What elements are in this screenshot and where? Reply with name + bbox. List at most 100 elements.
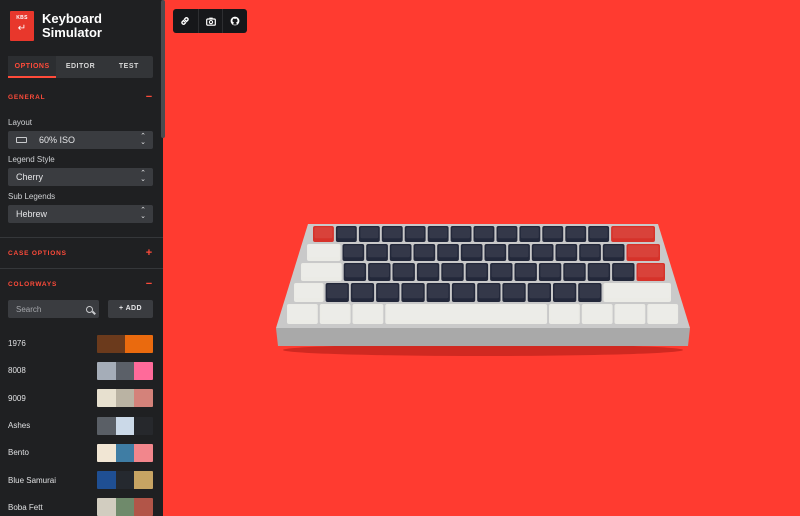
keycap-top	[503, 284, 525, 299]
colorway-search-input[interactable]: Search	[8, 300, 99, 318]
swatch-color	[97, 389, 116, 408]
search-icon	[86, 305, 93, 313]
brand-header[interactable]: KBS ↵ Keyboard Simulator	[0, 0, 163, 52]
legend-style-value: Cherry	[16, 172, 44, 182]
keycap-top	[491, 264, 511, 278]
keycap-top	[648, 305, 677, 321]
swatch-color	[134, 443, 153, 462]
swatch-color	[134, 498, 153, 516]
keycap-top	[354, 305, 382, 321]
tab-options[interactable]: OPTIONS	[8, 56, 57, 78]
search-placeholder: Search	[16, 304, 42, 314]
swatch-color	[97, 498, 116, 516]
keycap-top	[377, 284, 398, 299]
colorway-swatch	[97, 416, 153, 435]
arrow-left-icon: ↵	[17, 23, 27, 34]
tab-editor[interactable]: EDITOR	[56, 56, 104, 78]
colorways-header[interactable]: COLORWAYS −	[0, 269, 163, 299]
keycap-top	[429, 227, 448, 239]
keycap-top	[529, 284, 550, 299]
link-button[interactable]	[173, 9, 198, 33]
keycap-top	[509, 245, 529, 258]
keycap-top	[406, 227, 425, 239]
swatch-color	[115, 361, 135, 380]
chevron-updown-icon: ⌃ ⌄	[140, 207, 146, 220]
keycap-top	[314, 227, 333, 239]
keycap-top	[475, 227, 493, 239]
keycap-top	[516, 264, 536, 278]
keycap-top	[462, 245, 481, 258]
keyboard-icon	[16, 137, 27, 143]
keycap-top	[369, 264, 389, 278]
colorway-item[interactable]: Blue Samurai	[0, 466, 163, 493]
swatch-color	[115, 389, 135, 408]
collapse-icon[interactable]: −	[146, 278, 153, 290]
top-toolbar	[173, 9, 248, 33]
main-tabs: OPTIONS EDITOR TEST	[8, 56, 153, 78]
keycap-top	[327, 284, 348, 299]
screenshot-button[interactable]	[197, 9, 223, 33]
keycap-top	[383, 227, 402, 239]
keyboard-viewport[interactable]	[268, 218, 698, 358]
colorway-swatch	[97, 389, 153, 408]
colorway-item[interactable]: Boba Fett	[0, 494, 163, 516]
tab-test[interactable]: TEST	[105, 56, 153, 78]
sidebar-scrollbar[interactable]	[161, 0, 165, 138]
keycap-top	[498, 227, 516, 239]
colorway-item[interactable]: 1976	[0, 330, 163, 357]
colorway-swatch	[97, 334, 153, 353]
expand-icon[interactable]: +	[146, 247, 153, 259]
colorway-name: Ashes	[8, 421, 31, 431]
keycap-top	[295, 284, 323, 299]
keycap-top	[418, 264, 438, 278]
keyboard-render[interactable]	[268, 218, 698, 358]
github-button[interactable]	[222, 9, 247, 33]
keycap-top	[638, 264, 664, 278]
swatch-color	[115, 498, 135, 516]
keycap-top	[288, 305, 317, 321]
keyboard-case-front	[276, 328, 690, 346]
keycap-top	[321, 305, 350, 321]
keycap-top	[337, 227, 356, 239]
keycap-top	[402, 284, 424, 299]
general-title: GENERAL	[8, 93, 46, 101]
case-options-header[interactable]: CASE OPTIONS +	[0, 238, 163, 268]
swatch-color	[97, 416, 116, 435]
keycap-top	[478, 284, 499, 299]
keycap-top	[367, 245, 387, 258]
layout-select[interactable]: 60% ISO ⌃ ⌄	[8, 131, 153, 149]
keycap-top	[486, 245, 505, 258]
swatch-color	[115, 471, 135, 490]
colorway-swatch	[97, 361, 153, 380]
keycap-top	[579, 284, 600, 299]
chevron-updown-icon: ⌃ ⌄	[140, 170, 146, 183]
legend-style-label: Legend Style	[8, 155, 55, 164]
keycap-top	[415, 245, 434, 258]
colorways-title: COLORWAYS	[8, 280, 58, 288]
add-colorway-button[interactable]: + ADD	[108, 300, 153, 318]
colorway-item[interactable]: Ashes	[0, 412, 163, 439]
collapse-icon[interactable]: −	[146, 91, 153, 103]
legend-style-select[interactable]: Cherry ⌃ ⌄	[8, 168, 153, 186]
keycap-top	[543, 227, 562, 239]
app-logo: KBS ↵	[10, 11, 34, 41]
swatch-color	[115, 416, 135, 435]
keycap-top	[345, 264, 365, 278]
general-section-header[interactable]: GENERAL −	[0, 82, 163, 112]
colorway-swatch	[97, 471, 153, 490]
keycap-top	[452, 227, 470, 239]
colorway-item[interactable]: Bento	[0, 439, 163, 466]
sub-legends-select[interactable]: Hebrew ⌃ ⌄	[8, 205, 153, 223]
swatch-color	[97, 443, 116, 462]
keycap-top	[344, 245, 363, 258]
colorway-name: 1976	[8, 339, 26, 349]
keycap-top	[442, 264, 463, 278]
keycap-top	[612, 227, 654, 239]
colorway-item[interactable]: 8008	[0, 357, 163, 384]
keycap-top	[428, 284, 449, 299]
layout-label: Layout	[8, 118, 33, 127]
swatch-color	[134, 416, 153, 435]
colorway-list: 1976 8008 9009 Ashes Bento Blue Samurai Boba F…	[0, 330, 163, 516]
sidebar: KBS ↵ Keyboard Simulator OPTIONS EDITOR …	[0, 0, 163, 516]
colorway-item[interactable]: 9009	[0, 385, 163, 412]
